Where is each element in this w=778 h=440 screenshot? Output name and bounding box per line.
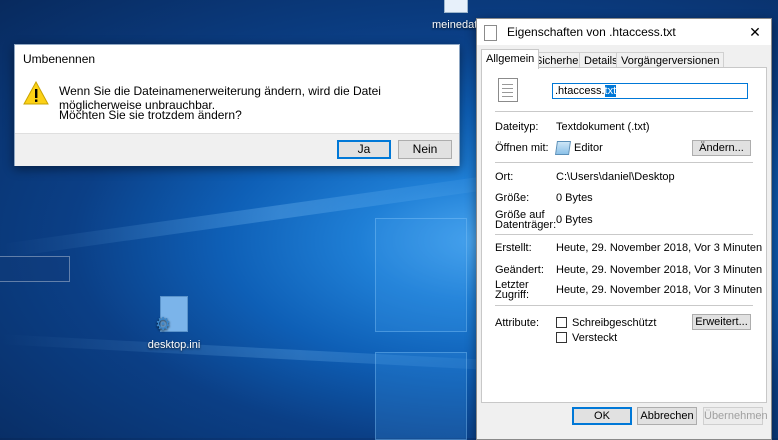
- wallpaper-window-pane: [375, 352, 467, 440]
- dialog-content: Wenn Sie die Dateinamenerweiterung änder…: [15, 73, 459, 133]
- location-value: C:\Users\daniel\Desktop: [556, 171, 675, 183]
- accessed-label-2: Zugriff:: [495, 289, 530, 301]
- size-on-disk-value: 0 Bytes: [556, 214, 593, 226]
- file-type-icon: [498, 78, 518, 102]
- ok-button[interactable]: OK: [572, 407, 632, 425]
- modified-value: Heute, 29. November 2018, Vor 3 Minuten: [556, 264, 763, 276]
- open-with-value: Editor: [574, 142, 603, 154]
- readonly-label: Schreibgeschützt: [572, 317, 657, 329]
- properties-titlebar: Eigenschaften von .htaccess.txt ✕: [477, 19, 771, 45]
- dialog-footer: Ja Nein: [15, 133, 459, 166]
- apply-button[interactable]: Übernehmen: [703, 407, 768, 425]
- readonly-checkbox[interactable]: [556, 317, 567, 328]
- close-icon[interactable]: ✕: [745, 19, 765, 45]
- hidden-label: Versteckt: [572, 332, 618, 344]
- dialog-title: Umbenennen: [23, 52, 96, 66]
- warning-icon: [23, 81, 49, 105]
- separator: [495, 234, 753, 235]
- accessed-value: Heute, 29. November 2018, Vor 3 Minuten: [556, 284, 763, 296]
- properties-window: Eigenschaften von .htaccess.txt ✕ Allgem…: [476, 18, 772, 440]
- size-value: 0 Bytes: [556, 192, 593, 204]
- separator: [495, 162, 753, 163]
- file-type-label: Dateityp:: [495, 121, 539, 133]
- yes-button[interactable]: Ja: [337, 140, 391, 159]
- window-title: Eigenschaften von .htaccess.txt: [507, 25, 676, 39]
- file-icon: [444, 0, 468, 13]
- hidden-checkbox[interactable]: [556, 332, 567, 343]
- desktop-icon-desktop-ini[interactable]: ⚙ desktop.ini: [140, 296, 208, 351]
- dialog-question: Möchten Sie sie trotzdem ändern?: [59, 108, 242, 122]
- desktop-icon-meinedat[interactable]: meinedat: [432, 0, 480, 31]
- settings-file-icon: ⚙: [155, 296, 188, 334]
- modified-label: Geändert:: [495, 264, 544, 276]
- separator: [495, 111, 753, 112]
- wallpaper-beam: [1, 166, 559, 258]
- gear-icon: ⚙: [155, 314, 172, 334]
- rename-dialog: Umbenennen Wenn Sie die Dateinamenerweit…: [14, 44, 460, 166]
- open-with-label: Öffnen mit:: [495, 142, 549, 154]
- filename-text: .htaccess: [555, 85, 602, 97]
- created-value: Heute, 29. November 2018, Vor 3 Minuten: [556, 242, 763, 254]
- document-icon: [484, 25, 497, 41]
- notepad-icon: [555, 141, 571, 155]
- filename-input[interactable]: .htaccess.txt: [552, 83, 748, 99]
- general-panel: .htaccess.txt Dateityp: Textdokument (.t…: [481, 67, 767, 403]
- size-label: Größe:: [495, 192, 530, 204]
- desktop-selection-box: [0, 256, 70, 282]
- created-label: Erstellt:: [495, 242, 532, 254]
- advanced-button-label: Erweitert...: [695, 316, 748, 328]
- file-type-value: Textdokument (.txt): [556, 121, 650, 133]
- filename-selected-extension: txt: [604, 85, 617, 97]
- separator: [495, 305, 753, 306]
- change-button[interactable]: Ändern...: [692, 140, 751, 156]
- advanced-button[interactable]: Erweitert...: [692, 314, 751, 330]
- wallpaper-window-pane: [375, 218, 467, 332]
- size-on-disk-label-2: Datenträger:: [495, 219, 557, 231]
- desktop-icon-label: desktop.ini: [147, 339, 201, 351]
- cancel-button[interactable]: Abbrechen: [637, 407, 697, 425]
- change-button-label: Ändern...: [699, 142, 744, 154]
- no-button[interactable]: Nein: [398, 140, 452, 159]
- tab-general[interactable]: Allgemein: [481, 49, 540, 69]
- desktop-icon-label: meinedat: [432, 19, 478, 31]
- attributes-label: Attribute:: [495, 317, 540, 329]
- location-label: Ort:: [495, 171, 514, 183]
